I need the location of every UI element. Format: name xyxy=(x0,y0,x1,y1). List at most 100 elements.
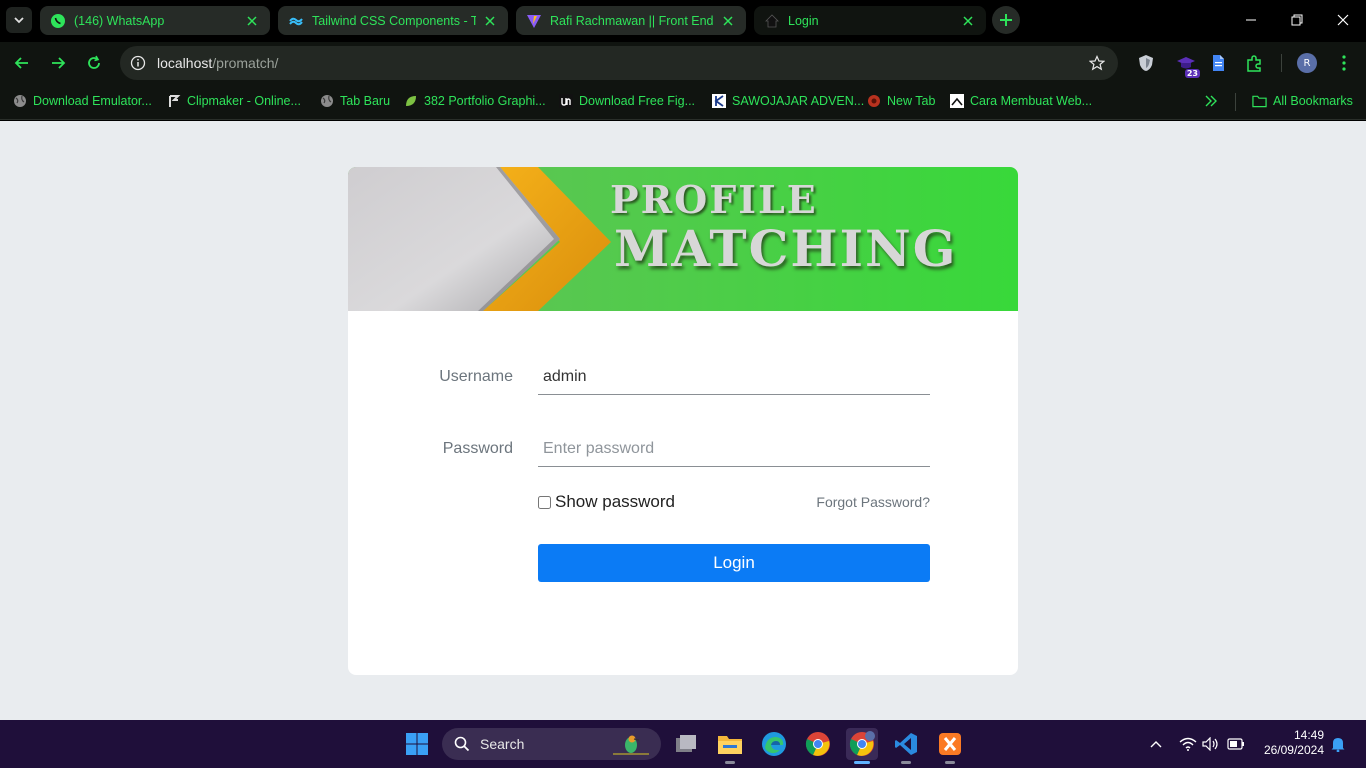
battery-icon xyxy=(1227,738,1244,750)
tab-search-button[interactable] xyxy=(6,7,32,33)
globe-icon xyxy=(319,94,334,109)
new-tab-button[interactable] xyxy=(992,6,1020,34)
tab-login[interactable]: Login xyxy=(754,6,986,35)
avatar: R xyxy=(1297,53,1317,73)
bookmark-label: Download Emulator... xyxy=(33,94,152,108)
running-indicator xyxy=(901,761,911,764)
bookmark-item[interactable]: SAWOJAJAR ADVEN... xyxy=(711,92,864,110)
forgot-password-link[interactable]: Forgot Password? xyxy=(816,494,930,510)
reload-button[interactable] xyxy=(82,51,106,75)
document-icon xyxy=(949,94,964,109)
file-explorer-button[interactable] xyxy=(714,728,746,764)
chevron-up-icon xyxy=(1150,741,1162,748)
folder-icon xyxy=(1252,94,1267,109)
forward-button[interactable] xyxy=(46,51,70,75)
tab-whatsapp[interactable]: (146) WhatsApp xyxy=(40,6,270,35)
chrome-profile-button[interactable] xyxy=(846,728,878,764)
taskbar-search[interactable]: Search xyxy=(442,728,661,760)
password-input[interactable] xyxy=(538,431,930,467)
globe-icon xyxy=(12,94,27,109)
password-label: Password xyxy=(442,440,513,457)
chrome-button[interactable] xyxy=(802,728,834,760)
shield-extension-icon[interactable] xyxy=(1136,53,1156,73)
chevron-down-icon xyxy=(14,17,24,24)
more-bookmarks-button[interactable] xyxy=(1204,92,1218,110)
edge-button[interactable] xyxy=(758,728,790,760)
menu-button[interactable] xyxy=(1334,53,1354,73)
tab-strip: (146) WhatsApp Tailwind CSS Components -… xyxy=(0,0,1366,42)
xampp-button[interactable] xyxy=(934,728,966,764)
all-bookmarks-label: All Bookmarks xyxy=(1273,94,1353,108)
clock-time: 14:49 xyxy=(1293,728,1324,742)
bookmark-item[interactable]: 382 Portfolio Graphi... xyxy=(403,92,546,110)
site-info-icon[interactable] xyxy=(130,55,146,71)
speaker-icon xyxy=(1202,737,1218,751)
task-view-button[interactable] xyxy=(670,728,702,760)
minimize-button[interactable] xyxy=(1236,8,1266,32)
bell-icon xyxy=(1331,738,1345,752)
bookmark-item[interactable]: Tab Baru xyxy=(319,92,390,110)
taskbar: Search 14:49 26/09/2024 xyxy=(0,720,1366,768)
volume-status[interactable] xyxy=(1201,734,1221,754)
banner-title-line1: PROFILE xyxy=(610,177,818,222)
clock[interactable]: 14:49 26/09/2024 xyxy=(1256,728,1324,758)
restore-button[interactable] xyxy=(1282,8,1312,32)
banner-image: PROFILE MATCHING xyxy=(348,167,1018,311)
url-text: localhost/promatch/ xyxy=(157,55,278,71)
tab-title: Rafi Rachmawan || Front End De xyxy=(550,13,714,28)
profile-button[interactable]: R xyxy=(1297,53,1317,73)
all-bookmarks-button[interactable]: All Bookmarks xyxy=(1252,92,1353,110)
banner-title-line2: MATCHING xyxy=(614,219,958,278)
battery-status[interactable] xyxy=(1226,734,1246,754)
bookmark-item[interactable]: Cara Membuat Web... xyxy=(949,92,1092,110)
close-tab-icon[interactable] xyxy=(244,13,260,29)
start-button[interactable] xyxy=(401,728,433,760)
puzzle-extensions-icon[interactable] xyxy=(1244,53,1264,73)
bookmark-item[interactable]: Download Free Fig... xyxy=(558,92,695,110)
double-chevron-right-icon xyxy=(1205,95,1217,107)
arrow-right-icon xyxy=(52,57,66,69)
show-password-toggle[interactable]: Show password xyxy=(538,492,675,512)
graduation-cap-extension-icon[interactable]: 23 xyxy=(1176,53,1200,78)
tab-title: Tailwind CSS Components - Tail xyxy=(312,13,476,28)
login-button[interactable]: Login xyxy=(538,544,930,582)
minimize-icon xyxy=(1246,19,1256,21)
notifications-button[interactable] xyxy=(1328,734,1348,754)
vite-icon xyxy=(526,13,542,29)
close-window-button[interactable] xyxy=(1328,8,1358,32)
bookmark-item[interactable]: New Tab xyxy=(866,92,935,110)
close-tab-icon[interactable] xyxy=(960,13,976,29)
show-password-checkbox[interactable] xyxy=(538,495,551,509)
tab-tailwind[interactable]: Tailwind CSS Components - Tail xyxy=(278,6,508,35)
chrome-icon xyxy=(849,731,875,756)
username-label: Username xyxy=(439,368,513,385)
wifi-status[interactable] xyxy=(1178,734,1198,754)
tab-title: (146) WhatsApp xyxy=(74,13,165,28)
bookmark-label: Clipmaker - Online... xyxy=(187,94,301,108)
bird-widget-icon xyxy=(613,735,649,755)
running-indicator xyxy=(945,761,955,764)
show-password-label: Show password xyxy=(555,492,676,511)
show-hidden-icons-button[interactable] xyxy=(1146,734,1166,754)
bookmark-item[interactable]: Clipmaker - Online... xyxy=(166,92,301,110)
bookmarks-bar: Download Emulator... Clipmaker - Online.… xyxy=(0,84,1366,120)
browser-toolbar: localhost/promatch/ 23 R xyxy=(0,42,1366,84)
close-tab-icon[interactable] xyxy=(482,13,498,29)
vscode-button[interactable] xyxy=(890,728,922,764)
arrow-left-icon xyxy=(14,57,28,69)
toolbar-divider xyxy=(1281,54,1282,72)
bookmark-label: Cara Membuat Web... xyxy=(970,94,1093,108)
bookmark-label: Tab Baru xyxy=(340,94,391,108)
username-input[interactable] xyxy=(538,359,930,395)
leaf-icon xyxy=(403,94,418,109)
document-extension-icon[interactable] xyxy=(1208,53,1228,73)
tab-title: Login xyxy=(788,13,819,28)
bookmark-label: New Tab xyxy=(887,94,936,108)
tab-portfolio[interactable]: Rafi Rachmawan || Front End De xyxy=(516,6,746,35)
bookmark-star-icon[interactable] xyxy=(1088,54,1106,72)
close-tab-icon[interactable] xyxy=(720,13,736,29)
address-bar[interactable]: localhost/promatch/ xyxy=(120,46,1118,80)
back-button[interactable] xyxy=(10,51,34,75)
login-card: PROFILE MATCHING Username Password Show … xyxy=(348,167,1018,675)
bookmark-item[interactable]: Download Emulator... xyxy=(12,92,152,110)
